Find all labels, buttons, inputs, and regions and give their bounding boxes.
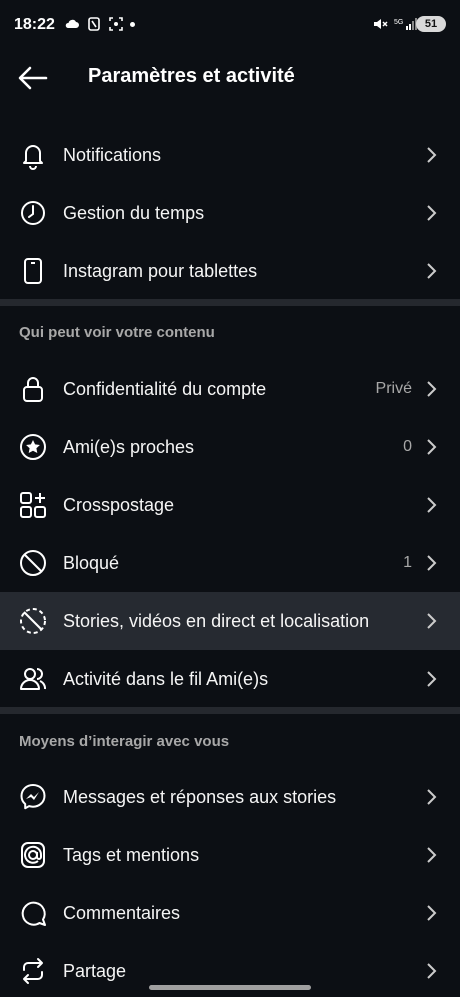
row-label: Bloqué <box>63 552 120 573</box>
status-time: 18:22 <box>14 16 55 33</box>
settings-screen: 18:22 5G 51 Paramètres et activité Notif… <box>0 0 460 997</box>
screenshot-icon <box>108 16 124 32</box>
chevron-right-icon <box>426 612 438 630</box>
row-account-privacy[interactable]: Confidentialité du compte Privé <box>0 360 460 418</box>
chevron-right-icon <box>426 788 438 806</box>
chevron-right-icon <box>426 496 438 514</box>
row-label: Confidentialité du compte <box>63 378 267 399</box>
grid-plus-icon <box>18 490 48 520</box>
clock-icon <box>18 198 48 228</box>
chevron-right-icon <box>426 846 438 864</box>
page-title: Paramètres et activité <box>88 65 295 87</box>
mute-icon <box>372 16 388 32</box>
row-value: 1 <box>403 554 412 571</box>
row-label: Notifications <box>63 144 162 165</box>
row-friends-feed-activity[interactable]: Activité dans le fil Ami(e)s <box>0 650 460 708</box>
app-header: Paramètres et activité <box>0 52 460 104</box>
row-label: Instagram pour tablettes <box>63 260 258 281</box>
row-value: Privé <box>375 380 412 397</box>
row-messages-story-replies[interactable]: Messages et réponses aux stories <box>0 768 460 826</box>
repost-icon <box>18 956 48 986</box>
chevron-right-icon <box>426 262 438 280</box>
row-label: Partage <box>63 960 127 981</box>
row-tablets[interactable]: Instagram pour tablettes <box>0 242 460 300</box>
row-label: Tags et mentions <box>63 844 200 865</box>
back-button[interactable] <box>16 64 50 92</box>
row-label: Activité dans le fil Ami(e)s <box>63 668 269 689</box>
notification-dot <box>130 21 135 27</box>
section-divider <box>0 299 460 306</box>
row-notifications[interactable]: Notifications <box>0 126 460 184</box>
row-label: Stories, vidéos en direct et localisatio… <box>63 610 370 631</box>
comment-icon <box>18 898 48 928</box>
status-left-icons <box>64 16 135 32</box>
chevron-right-icon <box>426 380 438 398</box>
story-off-icon <box>18 606 48 636</box>
section-title-who-can-see: Qui peut voir votre contenu <box>19 324 215 341</box>
arrow-left-icon <box>18 66 48 90</box>
lock-icon <box>18 374 48 404</box>
nfc-icon <box>86 16 102 32</box>
block-icon <box>18 548 48 578</box>
chevron-right-icon <box>426 438 438 456</box>
row-label: Gestion du temps <box>63 202 205 223</box>
row-time-management[interactable]: Gestion du temps <box>0 184 460 242</box>
section-title-interactions: Moyens d’interagir avec vous <box>19 733 230 750</box>
chevron-right-icon <box>426 670 438 688</box>
messenger-icon <box>18 782 48 812</box>
row-label: Ami(e)s proches <box>63 436 195 457</box>
chevron-right-icon <box>426 904 438 922</box>
row-label: Commentaires <box>63 902 181 923</box>
chevron-right-icon <box>426 146 438 164</box>
cloud-icon <box>64 16 80 32</box>
battery-indicator: 51 <box>416 16 446 32</box>
people-icon <box>18 664 48 694</box>
section-divider <box>0 707 460 714</box>
chevron-right-icon <box>426 204 438 222</box>
row-close-friends[interactable]: Ami(e)s proches 0 <box>0 418 460 476</box>
home-indicator[interactable] <box>149 985 311 990</box>
row-comments[interactable]: Commentaires <box>0 884 460 942</box>
chevron-right-icon <box>426 962 438 980</box>
row-stories-live-location[interactable]: Stories, vidéos en direct et localisatio… <box>0 592 460 650</box>
row-crossposting[interactable]: Crosspostage <box>0 476 460 534</box>
chevron-right-icon <box>426 554 438 572</box>
bell-icon <box>18 140 48 170</box>
status-right-icons: 5G 51 <box>372 16 446 32</box>
network-label: 5G <box>394 19 403 26</box>
row-label: Messages et réponses aux stories <box>63 786 337 807</box>
star-circle-icon <box>18 432 48 462</box>
row-label: Crosspostage <box>63 494 175 515</box>
at-icon <box>18 840 48 870</box>
tablet-icon <box>18 256 48 286</box>
row-value: 0 <box>403 438 412 455</box>
row-tags-mentions[interactable]: Tags et mentions <box>0 826 460 884</box>
row-blocked[interactable]: Bloqué 1 <box>0 534 460 592</box>
status-bar: 18:22 5G 51 <box>0 0 460 52</box>
signal-icon: 5G <box>394 16 417 32</box>
